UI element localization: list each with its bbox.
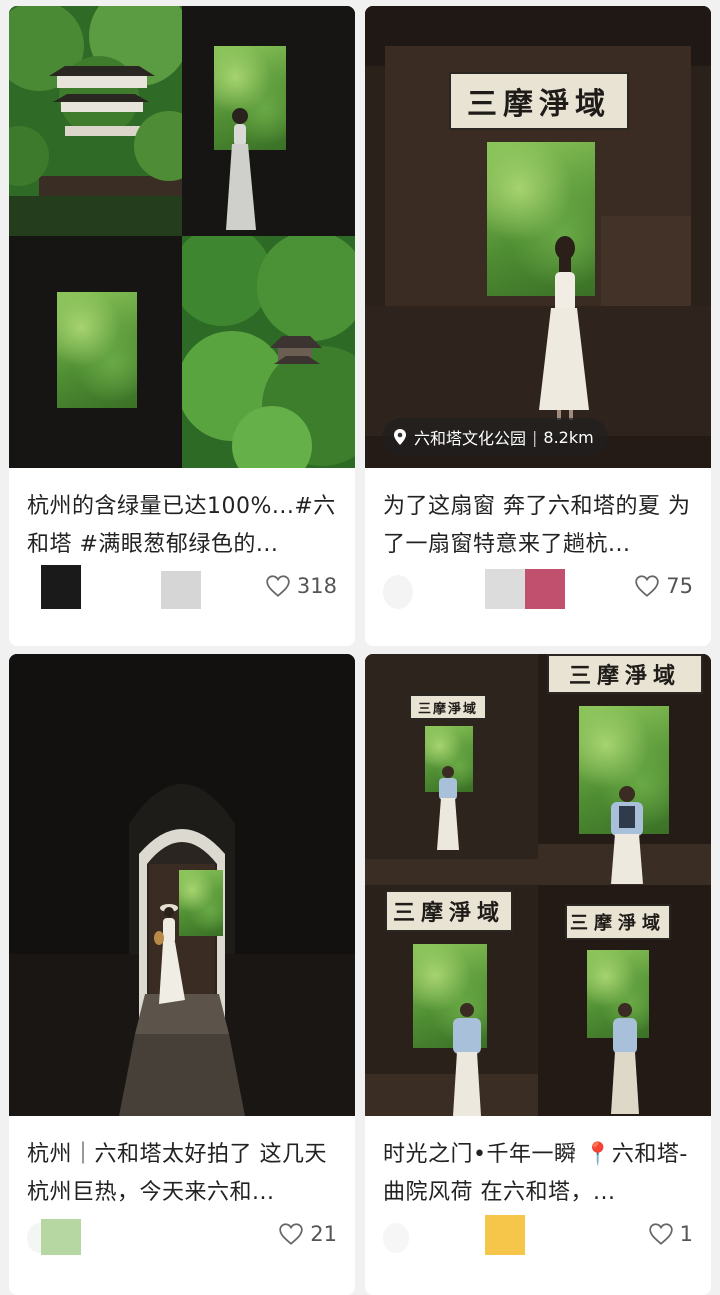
location-separator: | xyxy=(532,427,538,447)
cover-tile-forest xyxy=(9,6,182,236)
card-title[interactable]: 时光之门•千年一瞬 📍六和塔-曲院风荷 在六和塔，... xyxy=(383,1136,699,1212)
plaque-sign: 三摩淨域 xyxy=(385,890,513,932)
like-count: 318 xyxy=(296,574,337,598)
location-distance: 8.2km xyxy=(543,427,594,447)
location-pin-icon xyxy=(394,429,406,445)
feed-card[interactable]: 三摩淨域 三摩淨域 三摩淨域 三摩淨域 时光之门•千年一瞬 📍六和塔-曲院风荷 … xyxy=(365,654,711,1295)
heart-outline-icon xyxy=(635,575,659,597)
card-footer: 1 xyxy=(365,1209,711,1259)
plaque-sign: 三摩淨域 xyxy=(547,654,703,694)
like-button[interactable]: 318 xyxy=(265,571,337,601)
author-avatar[interactable] xyxy=(27,561,247,611)
card-footer: 75 xyxy=(365,561,711,611)
like-button[interactable]: 1 xyxy=(648,1219,693,1249)
author-avatar[interactable] xyxy=(383,1209,603,1259)
card-footer: 318 xyxy=(9,561,355,611)
card-footer: 21 xyxy=(9,1209,355,1259)
author-avatar[interactable] xyxy=(27,1209,247,1259)
card-cover-image[interactable]: 三摩淨域 六和塔文化公园 | 8.2km xyxy=(365,6,711,468)
card-title[interactable]: 杭州的含绿量已达100%...#六和塔 #满眼葱郁绿色的... xyxy=(27,488,343,564)
card-cover-image[interactable] xyxy=(9,6,355,468)
plaque-sign: 三摩淨域 xyxy=(449,72,629,130)
like-button[interactable]: 21 xyxy=(278,1219,337,1249)
feed-card[interactable]: 杭州的含绿量已达100%...#六和塔 #满眼葱郁绿色的... 318 xyxy=(9,6,355,646)
card-cover-image[interactable] xyxy=(9,654,355,1116)
plaque-sign: 三摩淨域 xyxy=(409,694,487,720)
cover-tile-window-person xyxy=(182,6,355,236)
plaque-sign: 三摩淨域 xyxy=(565,904,671,940)
card-title[interactable]: 为了这扇窗 奔了六和塔的夏 为了一扇窗特意来了趟杭... xyxy=(383,488,699,564)
card-cover-image[interactable]: 三摩淨域 三摩淨域 三摩淨域 三摩淨域 xyxy=(365,654,711,1116)
card-title[interactable]: 杭州｜六和塔太好拍了 这几天杭州巨热，今天来六和... xyxy=(27,1136,343,1212)
like-count: 1 xyxy=(679,1222,693,1246)
cover-tile-window xyxy=(9,236,182,468)
like-count: 21 xyxy=(310,1222,337,1246)
heart-outline-icon xyxy=(648,1223,673,1245)
feed-card[interactable]: 杭州｜六和塔太好拍了 这几天杭州巨热，今天来六和... 21 xyxy=(9,654,355,1295)
heart-outline-icon xyxy=(279,1223,303,1245)
location-name: 六和塔文化公园 xyxy=(414,429,527,448)
like-button[interactable]: 75 xyxy=(634,571,693,601)
like-count: 75 xyxy=(666,574,693,598)
cover-tile-canopy xyxy=(182,236,355,468)
feed-card[interactable]: 三摩淨域 六和塔文化公园 | 8.2km 为了这扇窗 奔了六和塔的夏 为了一扇窗… xyxy=(365,6,711,646)
feed-grid: 杭州的含绿量已达100%...#六和塔 #满眼葱郁绿色的... 318 三摩淨域… xyxy=(0,0,720,1295)
author-avatar[interactable] xyxy=(383,561,603,611)
heart-outline-icon xyxy=(266,575,290,597)
location-tag[interactable]: 六和塔文化公园 | 8.2km xyxy=(382,418,608,456)
